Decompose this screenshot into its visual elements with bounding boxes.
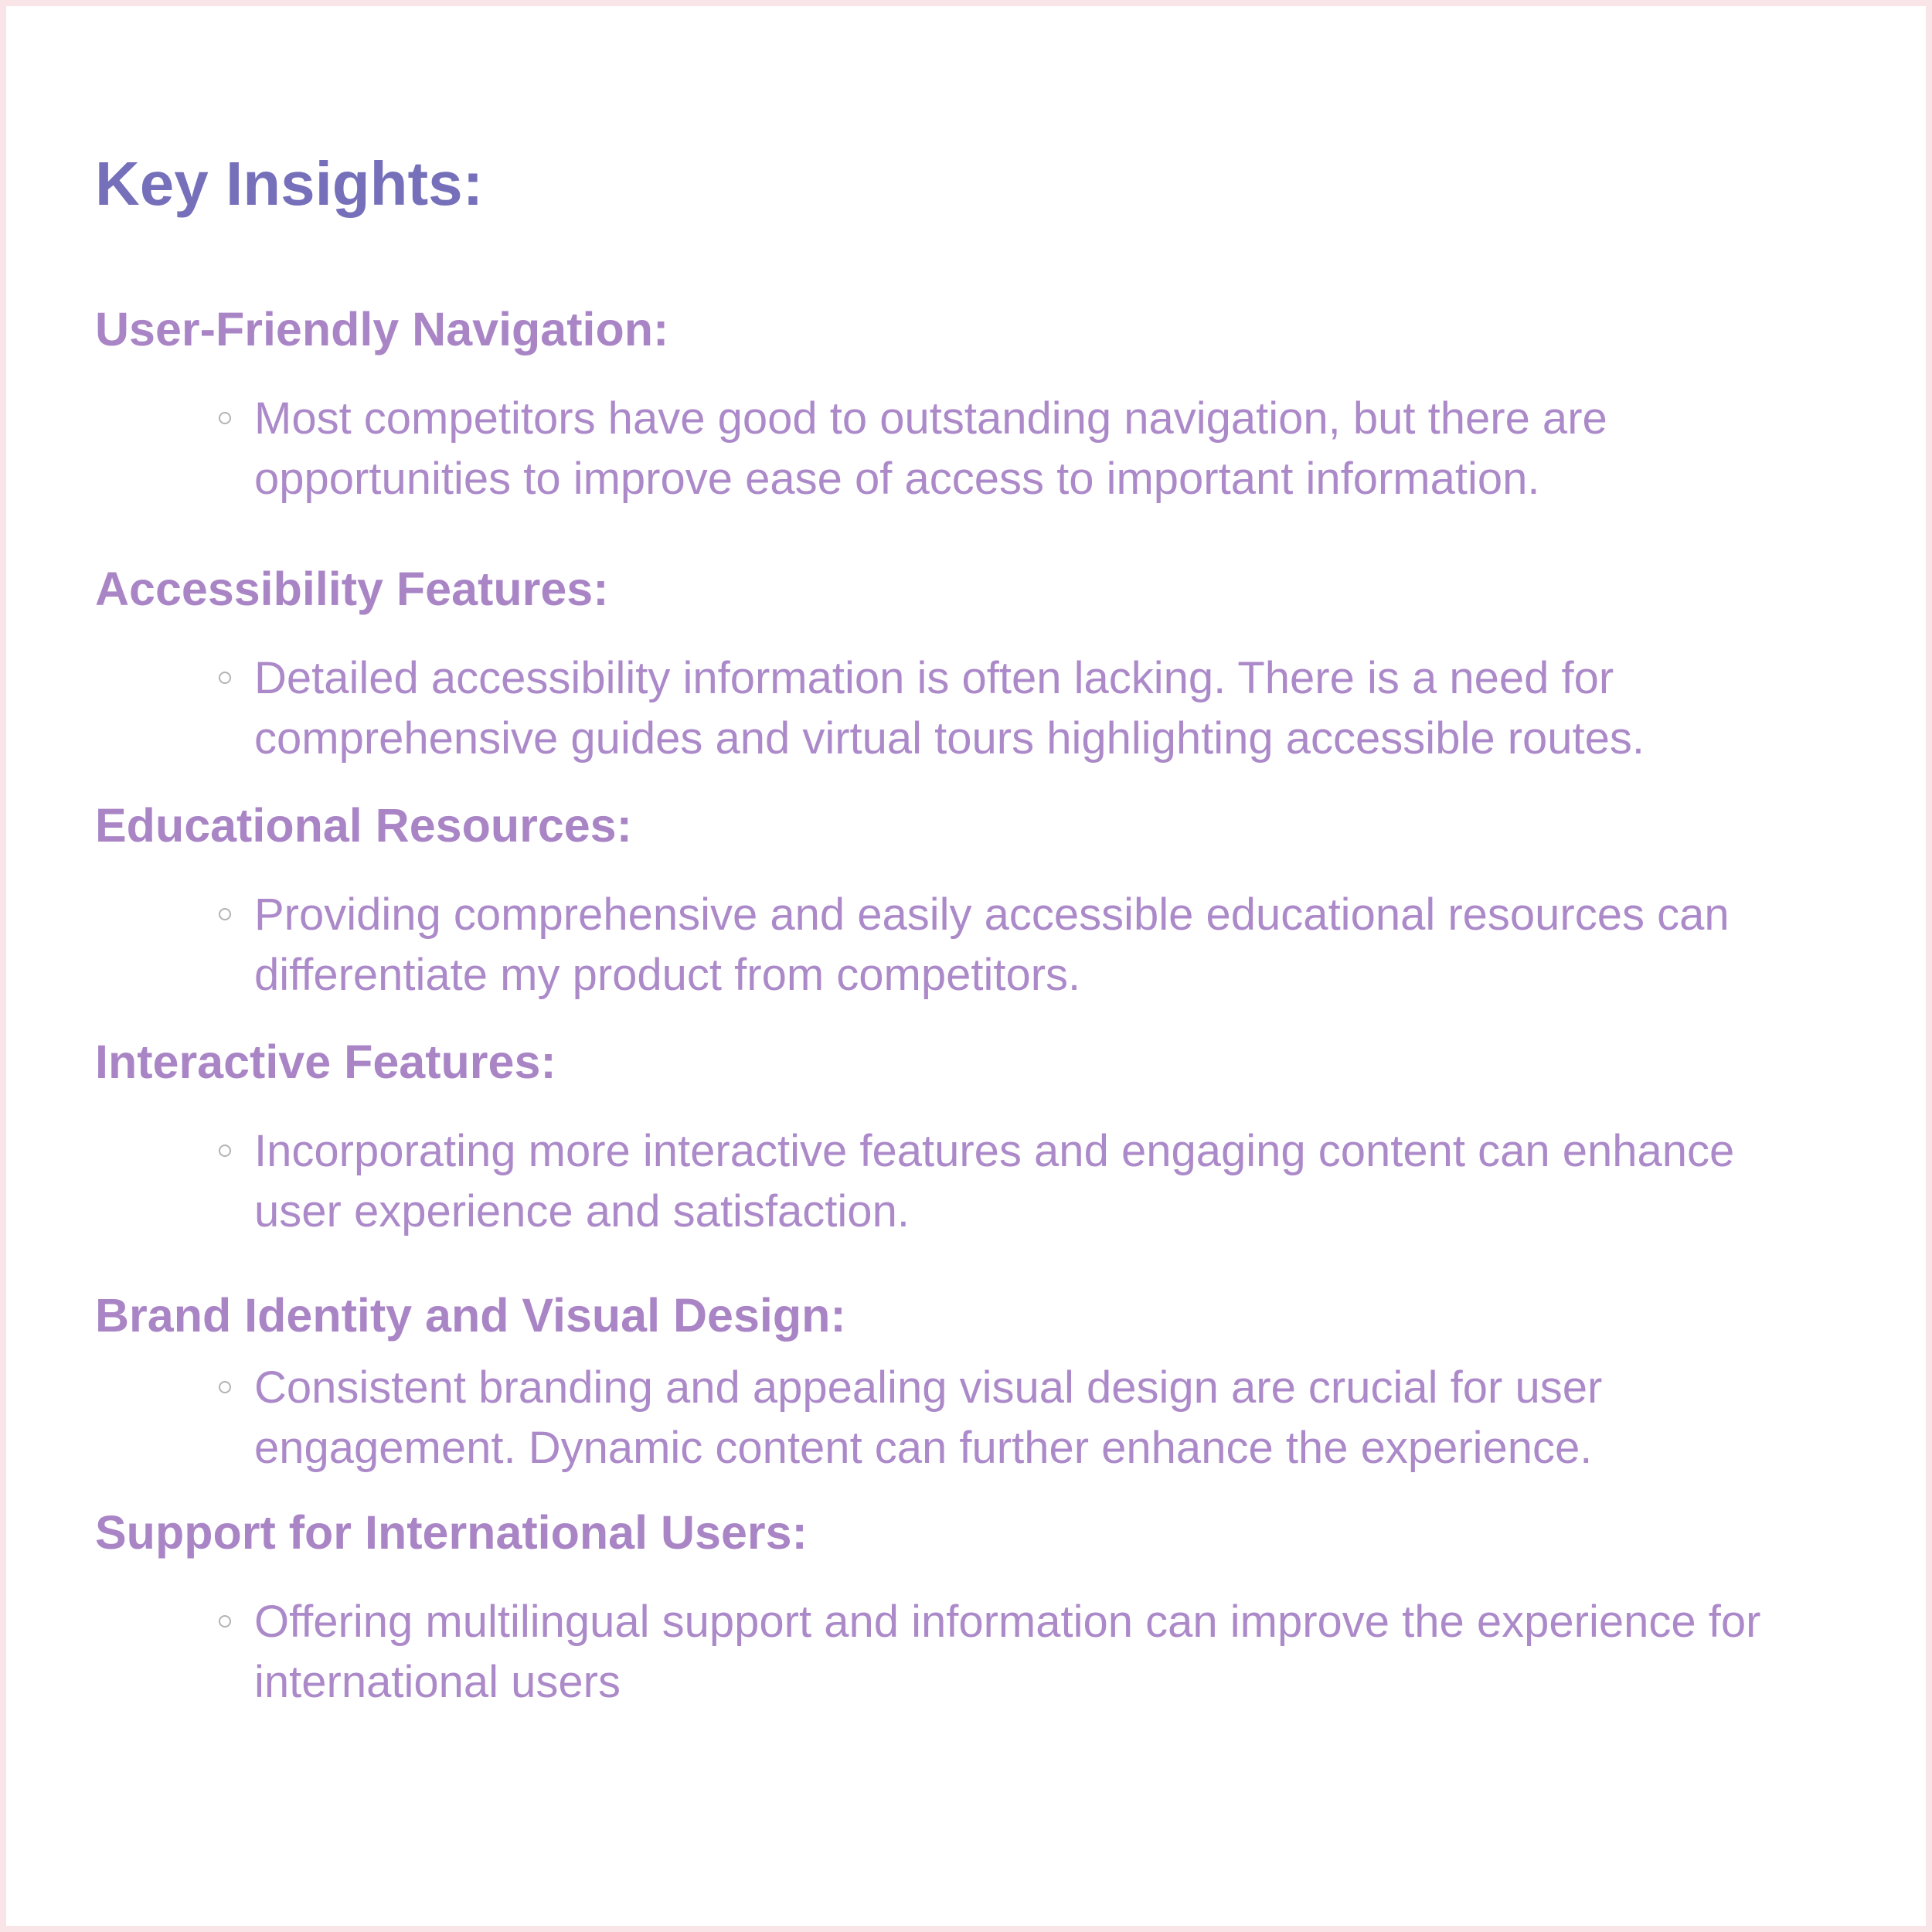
- bullet-text-line: Providing comprehensive and easily acces…: [254, 889, 1730, 940]
- bullet-item: Offering multilingual support and inform…: [219, 1592, 1885, 1713]
- hollow-circle-bullet-icon: [219, 908, 231, 920]
- section-heading: Support for International Users:: [95, 1506, 808, 1559]
- bullet-item: Most competitors have good to outstandin…: [219, 389, 1885, 509]
- bullet-item: Providing comprehensive and easily acces…: [219, 885, 1885, 1005]
- hollow-circle-bullet-icon: [219, 672, 231, 684]
- section-heading: Interactive Features:: [95, 1036, 556, 1088]
- bullet-text-line: comprehensive guides and virtual tours h…: [254, 713, 1645, 764]
- bullet-item: Detailed accessibility information is of…: [219, 648, 1885, 769]
- section-heading: Brand Identity and Visual Design:: [95, 1289, 846, 1342]
- page-title: Key Insights:: [95, 149, 484, 218]
- section-educational-resources: Educational Resources: Providing compreh…: [95, 802, 1865, 1005]
- bullet-text-line: engagement. Dynamic content can further …: [254, 1423, 1593, 1473]
- hollow-circle-bullet-icon: [219, 1145, 231, 1157]
- section-heading: User-Friendly Navigation:: [95, 303, 669, 355]
- section-interactive-features: Interactive Features: Incorporating more…: [95, 1039, 1865, 1242]
- section-brand-identity: Brand Identity and Visual Design: Consis…: [95, 1292, 1865, 1478]
- bullet-text-line: international users: [254, 1657, 621, 1707]
- hollow-circle-bullet-icon: [219, 1615, 231, 1628]
- hollow-circle-bullet-icon: [219, 1381, 231, 1393]
- insights-page: Key Insights: User-Friendly Navigation: …: [0, 0, 1932, 1932]
- bullet-text-line: opportunities to improve ease of access …: [254, 454, 1540, 504]
- section-accessibility-features: Accessibility Features: Detailed accessi…: [95, 566, 1865, 769]
- section-heading: Accessibility Features:: [95, 563, 609, 615]
- bullet-text-line: user experience and satisfaction.: [254, 1186, 910, 1236]
- bullet-text-line: Consistent branding and appealing visual…: [254, 1362, 1603, 1413]
- bullet-text-line: Detailed accessibility information is of…: [254, 653, 1614, 703]
- section-international-users: Support for International Users: Offerin…: [95, 1509, 1865, 1713]
- section-user-friendly-navigation: User-Friendly Navigation: Most competito…: [95, 306, 1865, 509]
- bullet-item: Incorporating more interactive features …: [219, 1121, 1885, 1242]
- bullet-text-line: Incorporating more interactive features …: [254, 1126, 1735, 1176]
- bullet-text-line: differentiate my product from competitor…: [254, 950, 1081, 1000]
- section-heading: Educational Resources:: [95, 799, 632, 852]
- bullet-text-line: Most competitors have good to outstandin…: [254, 393, 1607, 444]
- hollow-circle-bullet-icon: [219, 412, 231, 424]
- bullet-item: Consistent branding and appealing visual…: [219, 1358, 1885, 1478]
- bullet-text-line: Offering multilingual support and inform…: [254, 1597, 1761, 1647]
